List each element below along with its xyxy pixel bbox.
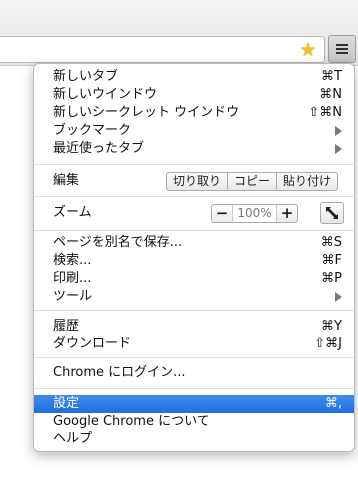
menu-item-label: 印刷... bbox=[53, 271, 92, 286]
shortcut-label: ⌘P bbox=[321, 271, 342, 286]
fullscreen-icon bbox=[326, 207, 338, 219]
menu-item-label: 新しいタブ bbox=[53, 69, 119, 84]
submenu-arrow-icon bbox=[335, 126, 342, 136]
menu-item-new-tab[interactable]: 新しいタブ ⌘T bbox=[34, 68, 354, 86]
edit-button-group: 切り取り コピー 貼り付け bbox=[166, 172, 339, 191]
chrome-main-menu: 新しいタブ ⌘T 新しいウインドウ ⌘N 新しいシークレット ウインドウ ⇧⌘N… bbox=[33, 63, 355, 452]
menu-item-label: 編集 bbox=[53, 173, 80, 188]
browser-window: ★ 新しいタブ ⌘T 新しいウインドウ ⌘N 新しいシークレット ウインドウ ⇧… bbox=[0, 0, 358, 484]
shortcut-label: ⌘T bbox=[321, 69, 342, 84]
zoom-out-button[interactable]: − bbox=[212, 205, 232, 222]
shortcut-label: ⌘N bbox=[319, 87, 342, 102]
star-icon[interactable]: ★ bbox=[298, 40, 318, 60]
browser-toolbar: ★ bbox=[0, 0, 358, 66]
zoom-level: 100% bbox=[232, 205, 277, 222]
menu-item-label: 設定 bbox=[53, 396, 80, 411]
menu-item-downloads[interactable]: ダウンロード ⇧⌘J bbox=[34, 335, 354, 353]
menu-item-new-incognito-window[interactable]: 新しいシークレット ウインドウ ⇧⌘N bbox=[34, 104, 354, 122]
shortcut-label: ⌘F bbox=[321, 253, 342, 268]
zoom-in-button[interactable]: + bbox=[277, 205, 297, 222]
menu-item-history[interactable]: 履歴 ⌘Y bbox=[34, 318, 354, 336]
menu-item-label: 新しいシークレット ウインドウ bbox=[53, 105, 240, 120]
menu-item-about-google-chrome[interactable]: Google Chrome について bbox=[34, 413, 354, 431]
menu-item-sign-in-chrome[interactable]: Chrome にログイン... bbox=[34, 364, 354, 382]
menu-separator bbox=[34, 196, 354, 197]
paste-button[interactable]: 貼り付け bbox=[277, 173, 337, 190]
menu-separator bbox=[34, 164, 354, 165]
menu-item-find[interactable]: 検索... ⌘F bbox=[34, 252, 354, 270]
shortcut-label: ⌘, bbox=[324, 396, 342, 411]
menu-item-label: Google Chrome について bbox=[53, 414, 210, 429]
menu-item-label: 新しいウインドウ bbox=[53, 87, 158, 102]
menu-item-settings[interactable]: 設定 ⌘, bbox=[34, 395, 354, 413]
menu-item-tools[interactable]: ツール bbox=[34, 288, 354, 306]
chrome-menu-button[interactable] bbox=[328, 35, 356, 63]
menu-item-recent-tabs[interactable]: 最近使ったタブ bbox=[34, 140, 354, 158]
menu-item-label: ツール bbox=[53, 289, 93, 304]
menu-separator bbox=[34, 388, 354, 389]
menu-item-label: 検索... bbox=[53, 253, 92, 268]
submenu-arrow-icon bbox=[335, 292, 342, 302]
zoom-controls: − 100% + bbox=[211, 204, 298, 223]
fullscreen-button[interactable] bbox=[320, 202, 344, 224]
menu-item-print[interactable]: 印刷... ⌘P bbox=[34, 270, 354, 288]
menu-item-label: ページを別名で保存... bbox=[53, 235, 183, 250]
menu-item-label: ブックマーク bbox=[53, 123, 132, 138]
menu-item-new-window[interactable]: 新しいウインドウ ⌘N bbox=[34, 86, 354, 104]
address-bar[interactable]: ★ bbox=[0, 36, 325, 63]
menu-separator bbox=[34, 310, 354, 311]
shortcut-label: ⇧⌘N bbox=[308, 105, 342, 120]
cut-button[interactable]: 切り取り bbox=[167, 173, 229, 190]
hamburger-menu-icon bbox=[336, 44, 348, 54]
menu-separator bbox=[34, 230, 354, 231]
menu-item-save-page-as[interactable]: ページを別名で保存... ⌘S bbox=[34, 234, 354, 252]
shortcut-label: ⌘S bbox=[320, 235, 342, 250]
shortcut-label: ⇧⌘J bbox=[314, 336, 342, 351]
submenu-arrow-icon bbox=[335, 144, 342, 154]
menu-item-zoom: ズーム bbox=[34, 204, 354, 222]
copy-button[interactable]: コピー bbox=[228, 173, 278, 190]
menu-item-label: ダウンロード bbox=[53, 336, 132, 351]
menu-separator bbox=[34, 357, 354, 358]
menu-item-label: 履歴 bbox=[53, 319, 80, 334]
menu-item-help[interactable]: ヘルプ bbox=[34, 430, 354, 448]
menu-item-label: ヘルプ bbox=[53, 431, 93, 446]
menu-item-label: 最近使ったタブ bbox=[53, 141, 145, 156]
shortcut-label: ⌘Y bbox=[321, 319, 342, 334]
menu-item-label: ズーム bbox=[53, 205, 92, 220]
menu-item-label: Chrome にログイン... bbox=[53, 365, 186, 380]
menu-item-bookmarks[interactable]: ブックマーク bbox=[34, 122, 354, 140]
